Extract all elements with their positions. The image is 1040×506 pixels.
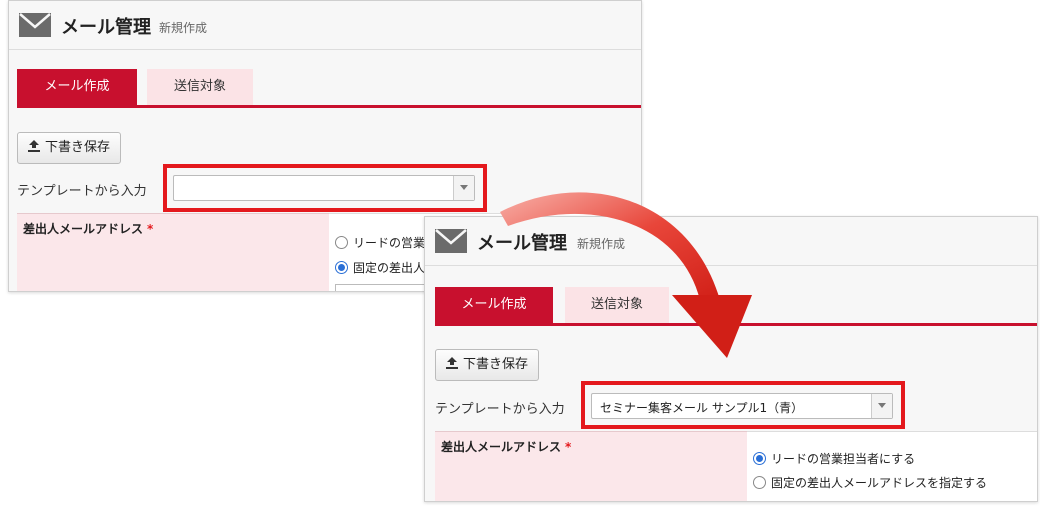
tab-mail-compose[interactable]: メール作成: [17, 69, 137, 105]
tab-underline: [17, 105, 641, 108]
sender-option-fixed[interactable]: 固定の差出人: [335, 259, 425, 276]
tab-send-target[interactable]: 送信対象: [147, 69, 253, 105]
page-subtitle: 新規作成: [577, 237, 626, 251]
tab-bar: メール作成 送信対象: [433, 287, 1037, 325]
save-draft-button[interactable]: 下書き保存: [435, 349, 540, 381]
tab-bar: メール作成 送信対象: [17, 69, 641, 107]
after-screen: メール管理 新規作成 メール作成 送信対象 下書き保存 テンプレートから入力 セ…: [424, 216, 1038, 502]
radio-button[interactable]: [753, 452, 766, 465]
page-title: メール管理: [61, 17, 151, 38]
highlight-box: [581, 381, 905, 429]
page-title: メール管理: [477, 233, 567, 254]
radio-button[interactable]: [335, 261, 348, 274]
template-label: テンプレートから入力: [17, 184, 147, 199]
required-mark: *: [565, 440, 572, 454]
mail-icon: [19, 13, 51, 37]
sender-label: 差出人メールアドレス *: [441, 440, 572, 454]
sender-label-cell: 差出人メールアドレス *: [435, 431, 747, 501]
template-label: テンプレートから入力: [435, 402, 565, 417]
page-header: メール管理 新規作成: [9, 1, 641, 50]
upload-icon: [28, 140, 40, 152]
sender-option-fixed[interactable]: 固定の差出人メールアドレスを指定する: [753, 474, 987, 491]
required-mark: *: [147, 222, 154, 236]
sender-label-cell: 差出人メールアドレス *: [17, 213, 329, 291]
radio-button[interactable]: [753, 476, 766, 489]
save-draft-label: 下書き保存: [463, 357, 529, 372]
tab-send-target[interactable]: 送信対象: [565, 287, 669, 323]
page-header: メール管理 新規作成: [425, 217, 1037, 266]
upload-icon: [446, 357, 458, 369]
sender-label: 差出人メールアドレス *: [23, 222, 154, 236]
sender-option-sales-rep[interactable]: リードの営業: [335, 234, 425, 251]
page-subtitle: 新規作成: [159, 21, 208, 35]
mail-icon: [435, 229, 467, 253]
highlight-box: [163, 164, 487, 212]
tab-underline: [435, 323, 1037, 326]
save-draft-label: 下書き保存: [45, 140, 111, 155]
tab-mail-compose[interactable]: メール作成: [435, 287, 553, 323]
radio-button[interactable]: [335, 236, 348, 249]
sender-option-sales-rep[interactable]: リードの営業担当者にする: [753, 450, 915, 467]
save-draft-button[interactable]: 下書き保存: [17, 132, 122, 164]
sender-value-cell: リードの営業担当者にする 固定の差出人メールアドレスを指定する: [747, 431, 1037, 501]
